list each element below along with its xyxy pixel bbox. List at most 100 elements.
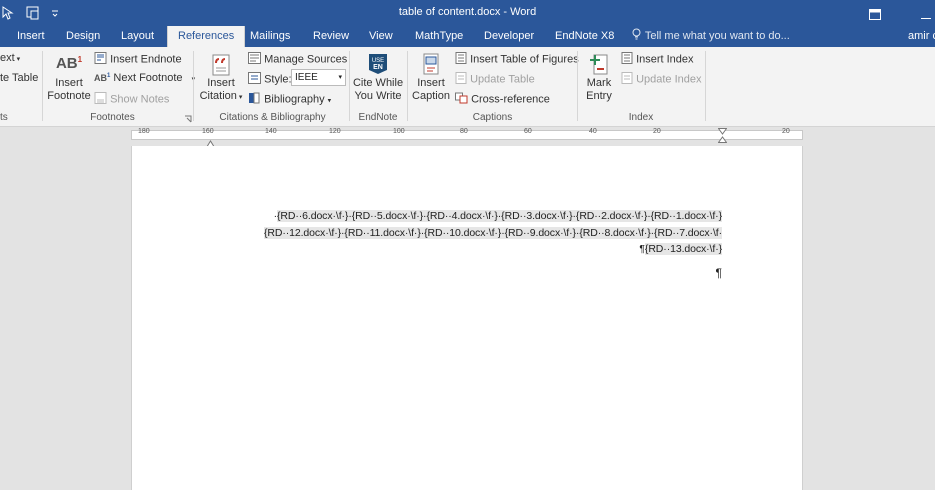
mark-entry-icon [580,53,618,77]
update-index-button[interactable]: Update Index [621,72,702,87]
tab-layout[interactable]: Layout [121,26,154,47]
style-label: Style: [264,73,292,86]
group-divider [705,51,706,121]
window-title: table of content.docx - Word [398,6,537,18]
ruler-label: 180 [138,128,150,135]
footnotes-group-label: Footnotes [90,112,135,123]
group-divider [42,51,43,121]
cite-while-line1: Cite While [352,77,404,89]
bibliography-label: Bibliography [264,93,325,106]
update-index-label: Update Index [636,73,702,86]
horizontal-ruler[interactable]: 180 160 140 120 100 80 60 40 20 20 [0,127,935,148]
field-code-text: {RD··13.docx·\f·} [644,243,722,255]
bibliography-button[interactable]: Bibliography ▾ [248,92,331,107]
ribbon-tabs: Insert Design Layout References Mailings… [0,26,935,47]
user-name[interactable]: amir c [908,26,935,47]
ribbon-references: ext ▾ te Table ts AB1 Insert Footnote In… [0,47,935,127]
group-divider [193,51,194,121]
cross-reference-button[interactable]: Cross-reference [455,92,550,107]
style-select[interactable]: IEEE ▾ [291,69,346,86]
insert-index-icon [621,52,633,67]
minimize-icon[interactable] [921,7,935,19]
tab-design[interactable]: Design [66,26,100,47]
tab-mathtype[interactable]: MathType [415,26,463,47]
update-table-button[interactable]: Update Table [455,72,535,87]
tab-endnote[interactable]: EndNote X8 [555,26,614,47]
style-icon [248,72,261,87]
show-notes-button[interactable]: Show Notes [94,92,169,107]
show-notes-label: Show Notes [110,93,170,106]
endnote-icon: USE EN [352,53,404,77]
style-field: Style: [248,72,292,87]
tab-insert[interactable]: Insert [17,26,45,47]
citation-icon [198,53,244,77]
ruler-label: 120 [329,128,341,135]
group-divider [407,51,408,121]
insert-citation-button[interactable]: Insert Citation ▾ [198,53,244,104]
insert-caption-line2: Caption [412,90,450,102]
insert-endnote-label: Insert Endnote [110,53,182,66]
insert-index-label: Insert Index [636,53,694,66]
field-code-line-2[interactable]: {RD··12.docx·\f·}·{RD··11.docx·\f·}·{RD·… [263,227,722,239]
toc-group-label: ts [0,112,8,123]
mark-entry-line2: Entry [586,90,612,102]
insert-citation-line2-wrap: Citation ▾ [198,90,244,104]
update-table-partial[interactable]: te Table [0,72,38,84]
paragraph-mark: ¶ [715,266,722,280]
insert-index-button[interactable]: Insert Index [621,52,694,67]
insert-citation-line1: Insert [207,77,235,89]
window-controls [869,0,935,26]
ruler-label: 40 [589,128,597,135]
mark-entry-button[interactable]: Mark Entry [580,53,618,103]
tell-me-box[interactable]: Tell me what you want to do... [632,26,790,47]
insert-endnote-button[interactable]: Insert Endnote [94,52,182,67]
chevron-down-icon: ▾ [236,94,243,101]
manage-sources-label: Manage Sources [264,53,348,66]
insert-citation-line2: Citation [199,90,237,102]
field-code-line-3[interactable]: ¶{RD··13.docx·\f·} [639,243,722,255]
caption-icon [410,53,452,77]
style-value: IEEE [295,72,318,83]
ruler-label: 80 [460,128,468,135]
table-of-figures-icon [455,52,467,67]
bibliography-icon [248,92,261,107]
update-index-icon [621,72,633,87]
update-table-icon [455,72,467,87]
document-page[interactable]: ·{RD··6.docx·\f·}·{RD··5.docx·\f·}·{RD··… [131,146,803,490]
field-code-line-1[interactable]: ·{RD··6.docx·\f·}·{RD··5.docx·\f·}·{RD··… [274,210,722,222]
insert-tof-label: Insert Table of Figures [470,53,579,66]
toc-dropdown-partial[interactable]: ext ▾ [0,52,20,64]
tab-references[interactable]: References [167,26,246,47]
insert-caption-line1: Insert [417,77,445,89]
insert-endnote-icon [94,52,107,67]
insert-footnote-line1: Insert [55,77,83,89]
show-notes-icon [94,92,107,107]
cross-reference-label: Cross-reference [471,93,550,106]
chevron-down-icon: ▾ [327,97,332,105]
insert-caption-button[interactable]: Insert Caption [410,53,452,103]
insert-footnote-button[interactable]: AB1 Insert Footnote [47,53,91,103]
tab-mailings[interactable]: Mailings [250,26,290,47]
footnote-icon: AB1 [55,55,83,72]
field-code-text: {RD··12.docx·\f·}·{RD··11.docx·\f·}·{RD·… [263,227,722,239]
cite-while-you-write-button[interactable]: USE EN Cite While You Write [352,53,404,103]
cross-reference-icon [455,92,468,107]
ruler-label: 20 [782,128,790,135]
field-code-text: {RD··6.docx·\f·}·{RD··5.docx·\f·}·{RD··4… [276,210,722,222]
next-footnote-button[interactable]: AB1 Next Footnote ▾ [94,72,195,84]
ribbon-display-options-icon[interactable] [869,7,883,20]
ruler-label: 100 [393,128,405,135]
title-bar: table of content.docx - Word [0,0,935,26]
tab-view[interactable]: View [369,26,393,47]
group-divider [349,51,350,121]
tab-review[interactable]: Review [313,26,349,47]
group-divider [577,51,578,121]
insert-table-of-figures-button[interactable]: Insert Table of Figures [455,52,579,67]
next-footnote-icon: AB1 [94,73,111,84]
tab-developer[interactable]: Developer [484,26,534,47]
manage-sources-button[interactable]: Manage Sources [248,52,347,67]
toc-partial-label: ext [0,52,15,64]
next-footnote-label: Next Footnote [113,72,183,84]
insert-footnote-line2: Footnote [47,90,91,102]
dialog-launcher-icon[interactable] [184,114,192,126]
